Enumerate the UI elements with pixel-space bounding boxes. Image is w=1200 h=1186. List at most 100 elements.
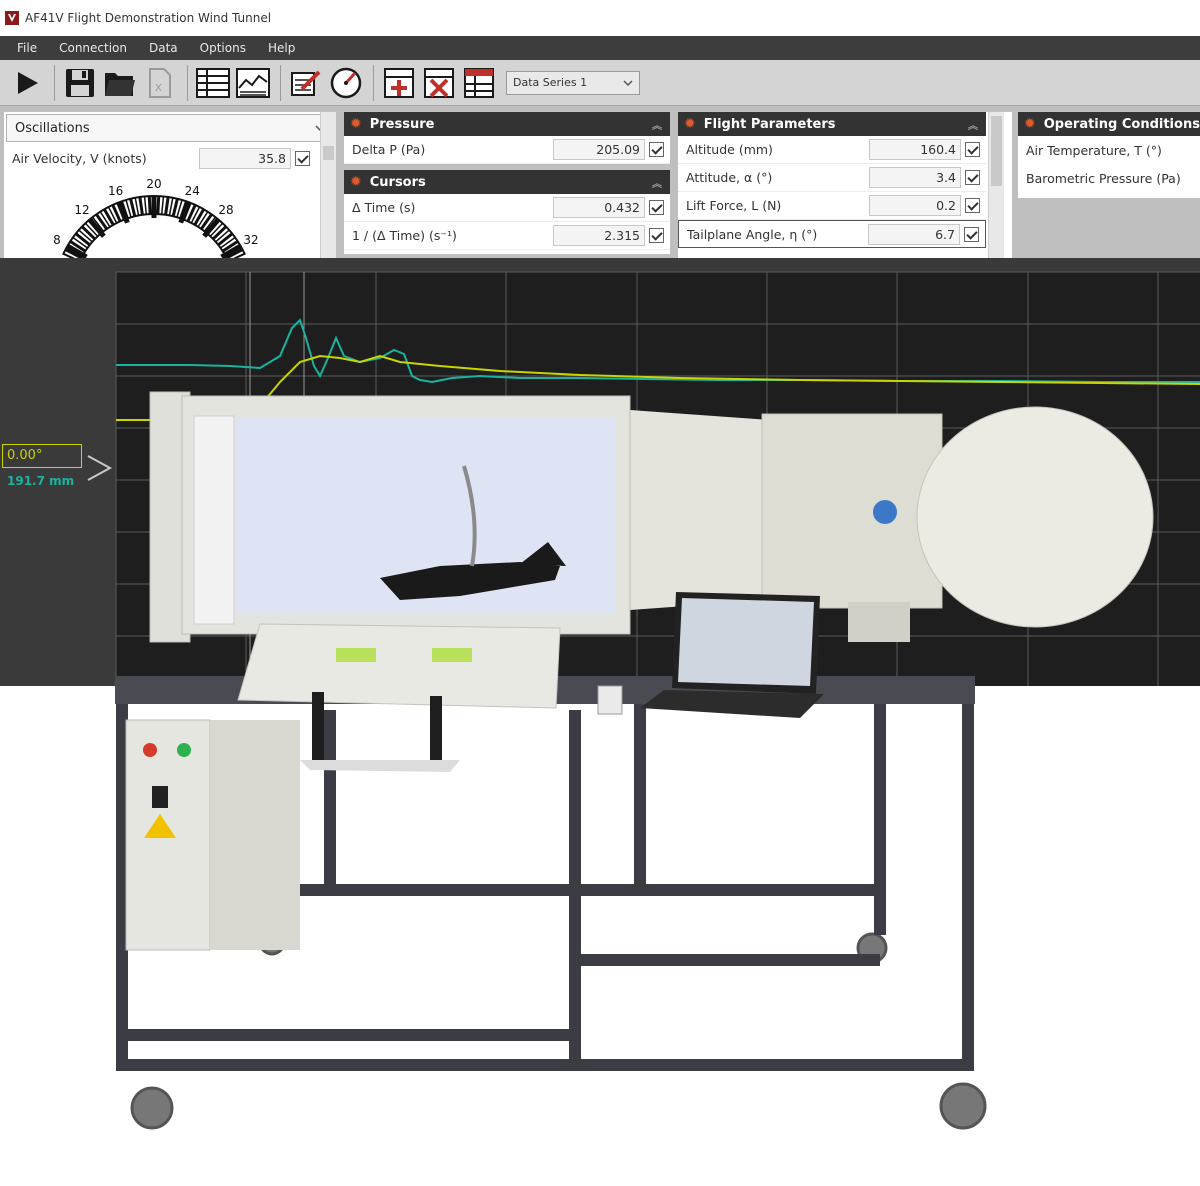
play-icon bbox=[18, 71, 38, 94]
oscillations-scrollbar[interactable] bbox=[320, 112, 336, 258]
data-series-value: Data Series 1 bbox=[513, 76, 588, 89]
delta-p-checkbox[interactable] bbox=[649, 142, 664, 157]
gear-icon: ✹ bbox=[684, 116, 696, 132]
add-row-button[interactable] bbox=[380, 64, 418, 102]
delta-time-row: Δ Time (s) 0.432 bbox=[344, 194, 670, 222]
attitude-checkbox[interactable] bbox=[965, 170, 980, 185]
dial-tick-label: 8 bbox=[53, 233, 61, 247]
pressure-panel: ✹ Pressure ︽ Delta P (Pa) 205.09 bbox=[344, 112, 670, 164]
edit-icon bbox=[291, 70, 321, 96]
table-view-button[interactable] bbox=[194, 64, 232, 102]
oscillations-select[interactable]: Oscillations bbox=[6, 114, 334, 142]
air-velocity-value: 35.8 bbox=[199, 147, 291, 169]
data-series-select[interactable]: Data Series 1 bbox=[506, 70, 640, 95]
velocity-dial: 8 12 16 20 24 28 32 bbox=[53, 177, 259, 258]
cursors-title: Cursors bbox=[369, 174, 426, 190]
open-button[interactable] bbox=[101, 64, 139, 102]
oscillations-panel: Oscillations Air Velocity, V (knots) 35.… bbox=[4, 112, 336, 258]
menu-options[interactable]: Options bbox=[189, 41, 257, 55]
gear-icon: ✹ bbox=[1024, 116, 1036, 132]
chevron-down-icon bbox=[623, 79, 633, 86]
dial-tick-label: 28 bbox=[218, 203, 233, 217]
collapse-icon[interactable]: ︽ bbox=[652, 117, 662, 132]
flight-parameters-title: Flight Parameters bbox=[703, 116, 836, 132]
air-velocity-label: Air Velocity, V (knots) bbox=[12, 150, 147, 166]
save-button[interactable] bbox=[61, 64, 99, 102]
gauge-button[interactable] bbox=[327, 64, 365, 102]
operating-conditions-panel: ✹ Operating Conditions Air Temperature, … bbox=[1018, 112, 1200, 198]
tailplane-angle-value: 6.7 bbox=[868, 223, 960, 245]
air-velocity-checkbox[interactable] bbox=[295, 150, 310, 166]
open-folder-icon bbox=[105, 72, 135, 96]
menu-file[interactable]: File bbox=[6, 41, 48, 55]
window-title: AF41V Flight Demonstration Wind Tunnel bbox=[25, 11, 272, 25]
cursors-panel: ✹ Cursors ︽ Δ Time (s) 0.432 1 / (Δ Time… bbox=[344, 170, 670, 254]
table-view-icon bbox=[196, 67, 230, 98]
frequency-checkbox[interactable] bbox=[649, 228, 664, 243]
lift-force-label: Lift Force, L (N) bbox=[686, 198, 782, 213]
operating-conditions-header[interactable]: ✹ Operating Conditions bbox=[1018, 112, 1200, 136]
tailplane-angle-label: Tailplane Angle, η (°) bbox=[687, 226, 818, 242]
air-temperature-label: Air Temperature, T (°) bbox=[1026, 142, 1162, 158]
collapse-icon[interactable]: ︽ bbox=[652, 175, 662, 190]
lift-force-checkbox[interactable] bbox=[965, 198, 980, 213]
dial-tick-label: 20 bbox=[146, 177, 161, 191]
menu-help[interactable]: Help bbox=[257, 41, 306, 55]
add-row-icon bbox=[384, 67, 414, 98]
dial-tick-label: 32 bbox=[243, 233, 258, 247]
export-button[interactable]: X bbox=[141, 64, 179, 102]
dial-minor-tick bbox=[147, 196, 152, 215]
panels-strip: Oscillations Air Velocity, V (knots) 35.… bbox=[0, 106, 1200, 258]
tailplane-angle-checkbox[interactable] bbox=[964, 226, 979, 242]
flight-parameters-scrollbar[interactable] bbox=[988, 112, 1004, 258]
export-icon: X bbox=[149, 67, 171, 98]
delta-p-value: 205.09 bbox=[553, 139, 645, 160]
wind-tunnel-apparatus bbox=[115, 391, 1154, 1130]
toolbar-divider bbox=[54, 64, 55, 101]
collapse-icon[interactable]: ︽ bbox=[968, 117, 978, 132]
svg-text:X: X bbox=[155, 83, 162, 94]
delete-button[interactable] bbox=[420, 64, 458, 102]
delta-time-checkbox[interactable] bbox=[649, 200, 664, 215]
altitude-checkbox[interactable] bbox=[965, 142, 980, 157]
gear-icon: ✹ bbox=[350, 116, 362, 132]
barometric-pressure-label: Barometric Pressure (Pa) bbox=[1026, 170, 1181, 186]
table-settings-button[interactable] bbox=[460, 64, 498, 102]
play-button[interactable] bbox=[8, 64, 46, 102]
frequency-label: 1 / (Δ Time) (s⁻¹) bbox=[352, 228, 457, 243]
altitude-value: 160.4 bbox=[869, 139, 961, 160]
lift-force-value: 0.2 bbox=[869, 195, 961, 216]
gear-icon: ✹ bbox=[350, 174, 362, 190]
pressure-header[interactable]: ✹ Pressure ︽ bbox=[344, 112, 670, 136]
cursors-header[interactable]: ✹ Cursors ︽ bbox=[344, 170, 670, 194]
toolbar-divider bbox=[373, 64, 374, 101]
delta-p-label: Delta P (Pa) bbox=[352, 142, 426, 157]
edit-button[interactable] bbox=[287, 64, 325, 102]
delta-time-label: Δ Time (s) bbox=[352, 200, 416, 215]
table-settings-icon bbox=[464, 67, 494, 98]
delta-p-row: Delta P (Pa) 205.09 bbox=[344, 136, 670, 164]
operating-conditions-title: Operating Conditions bbox=[1043, 116, 1200, 132]
flight-parameters-header[interactable]: ✹ Flight Parameters ︽ bbox=[678, 112, 986, 136]
graph-view-icon bbox=[236, 67, 270, 98]
menu-bar: File Connection Data Options Help bbox=[0, 36, 1200, 60]
menu-data[interactable]: Data bbox=[138, 41, 189, 55]
app-logo-icon bbox=[5, 11, 19, 25]
menu-connection[interactable]: Connection bbox=[48, 41, 138, 55]
dial-tick-label: 24 bbox=[185, 184, 200, 198]
oscillations-select-value: Oscillations bbox=[15, 120, 90, 136]
attitude-label: Attitude, α (°) bbox=[686, 170, 773, 185]
dial-minor-tick bbox=[156, 196, 161, 215]
lift-force-row: Lift Force, L (N) 0.2 bbox=[678, 192, 986, 220]
tailplane-angle-row: Tailplane Angle, η (°) 6.7 bbox=[678, 220, 986, 248]
graph-view-button[interactable] bbox=[234, 64, 272, 102]
gauge-icon bbox=[330, 67, 362, 98]
save-icon bbox=[66, 68, 94, 97]
attitude-value: 3.4 bbox=[869, 167, 961, 188]
delete-icon bbox=[424, 67, 454, 98]
pressure-title: Pressure bbox=[369, 116, 435, 132]
barometric-pressure-row: Barometric Pressure (Pa) bbox=[1018, 164, 1200, 192]
dial-tick-label: 12 bbox=[74, 203, 89, 217]
delta-time-value: 0.432 bbox=[553, 197, 645, 218]
attitude-row: Attitude, α (°) 3.4 bbox=[678, 164, 986, 192]
